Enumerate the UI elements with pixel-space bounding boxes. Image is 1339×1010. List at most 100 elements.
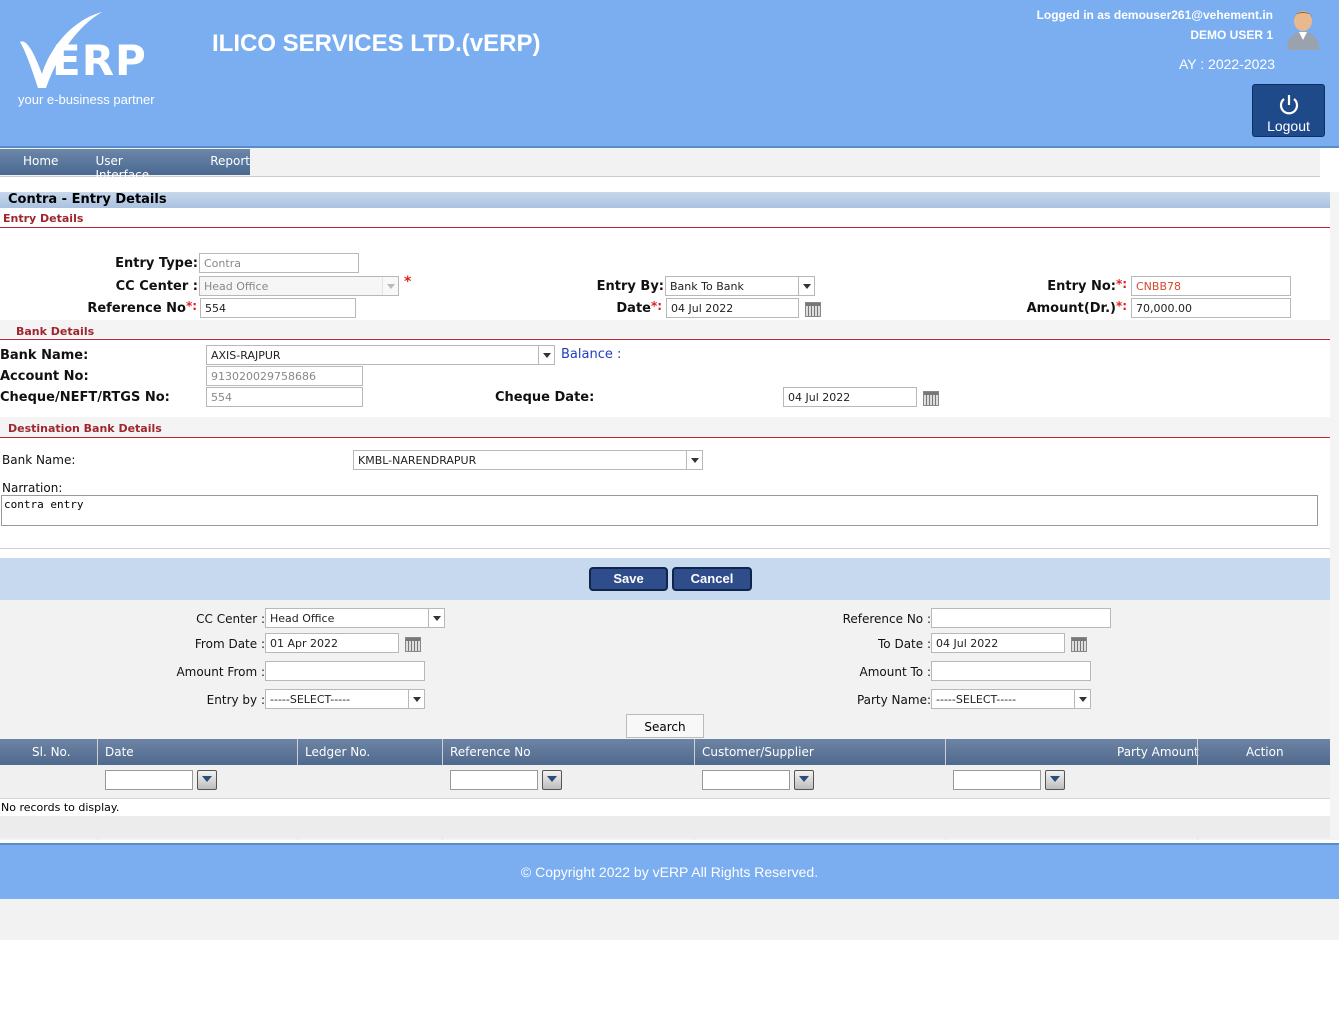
entry-type-label: Entry Type: <box>115 256 198 271</box>
chevron-down-icon[interactable] <box>798 277 814 295</box>
party-name-value: -----SELECT----- <box>936 693 1017 706</box>
search-entry-by-label: Entry by : <box>206 693 265 707</box>
cc-center-value: Head Office <box>204 280 269 293</box>
amount-from-input[interactable] <box>265 661 425 681</box>
required-asterisk: *: <box>186 299 198 313</box>
date-label: Date <box>616 301 651 316</box>
bank-details-divider <box>0 339 1330 340</box>
main-menu: Home User Interface Report <box>0 149 250 182</box>
col-date[interactable]: Date <box>105 745 134 759</box>
to-date-label: To Date : <box>878 637 931 651</box>
logout-label: Logout <box>1267 118 1310 134</box>
filter-icon[interactable] <box>197 770 217 790</box>
no-records-message: No records to display. <box>1 801 120 814</box>
col-action[interactable]: Action <box>1246 745 1284 759</box>
grid-footer <box>0 816 1330 838</box>
col-reference-no[interactable]: Reference No <box>450 745 531 759</box>
entry-by-label: Entry By: <box>596 279 664 294</box>
account-no-field[interactable]: 913020029758686 <box>206 366 363 386</box>
col-sl-no[interactable]: Sl. No. <box>32 745 71 759</box>
entry-details-divider <box>0 227 1330 228</box>
narration-textarea[interactable]: contra entry <box>1 495 1318 526</box>
chevron-down-icon <box>382 277 398 295</box>
entry-by-select[interactable]: Bank To Bank <box>665 276 815 296</box>
amount-filter-input[interactable] <box>953 770 1041 790</box>
filter-icon[interactable] <box>1045 770 1065 790</box>
bank-name-select[interactable]: AXIS-RAJPUR <box>206 345 555 365</box>
cc-center-select[interactable]: Head Office <box>199 276 399 296</box>
from-date-input[interactable]: 01 Apr 2022 <box>265 633 399 653</box>
save-button[interactable]: Save <box>589 567 668 591</box>
divider <box>0 548 1330 549</box>
amount-to-input[interactable] <box>931 661 1091 681</box>
customer-filter-input[interactable] <box>702 770 790 790</box>
chevron-down-icon[interactable] <box>538 346 554 364</box>
menu-item-report[interactable]: Report <box>210 149 250 175</box>
bank-name-label: Bank Name: <box>0 348 89 363</box>
chevron-down-icon[interactable] <box>1074 690 1090 708</box>
menu-item-home[interactable]: Home <box>23 149 58 175</box>
filter-icon[interactable] <box>542 770 562 790</box>
cheque-no-label: Cheque/NEFT/RTGS No: <box>0 390 170 405</box>
col-party-amount[interactable]: Party Amount <box>1117 745 1199 759</box>
empty-row <box>0 799 1330 816</box>
page-title: Contra - Entry Details <box>0 192 1330 208</box>
chevron-down-icon[interactable] <box>428 609 444 627</box>
balance-label: Balance : <box>561 347 622 362</box>
logged-in-text: Logged in as demouser261@vehement.in <box>1036 8 1273 22</box>
calendar-icon[interactable] <box>805 302 821 317</box>
cheque-no-field[interactable]: 554 <box>206 387 363 407</box>
to-date-input[interactable]: 04 Jul 2022 <box>931 633 1065 653</box>
dest-bank-name-label: Bank Name: <box>2 453 76 467</box>
from-date-label: From Date : <box>194 637 265 651</box>
party-name-select[interactable]: -----SELECT----- <box>931 689 1091 709</box>
entry-no-input[interactable]: CNBB78 <box>1131 276 1291 296</box>
date-input[interactable]: 04 Jul 2022 <box>666 298 799 318</box>
date-filter-input[interactable] <box>105 770 193 790</box>
bank-name-value: AXIS-RAJPUR <box>211 349 281 362</box>
cheque-date-label: Cheque Date: <box>495 390 595 405</box>
search-cc-center-label: CC Center : <box>196 612 265 626</box>
chevron-down-icon[interactable] <box>408 690 424 708</box>
narration-label: Narration: <box>2 481 63 495</box>
reference-filter-input[interactable] <box>450 770 538 790</box>
cheque-date-input[interactable]: 04 Jul 2022 <box>783 387 917 407</box>
calendar-icon[interactable] <box>405 637 421 652</box>
col-customer-supplier[interactable]: Customer/Supplier <box>702 745 814 759</box>
dest-bank-name-select[interactable]: KMBL-NARENDRAPUR <box>353 450 703 470</box>
search-reference-input[interactable] <box>931 608 1111 628</box>
cc-center-label: CC Center : <box>115 279 198 294</box>
reference-no-input[interactable]: 554 <box>200 298 356 318</box>
grid-header: Sl. No. Date Ledger No. Reference No Cus… <box>0 739 1330 765</box>
entry-by-value: Bank To Bank <box>670 280 744 293</box>
reference-no-label: Reference No <box>87 301 186 316</box>
chevron-down-icon[interactable] <box>686 451 702 469</box>
amount-to-label: Amount To : <box>859 665 931 679</box>
entry-type-field[interactable]: Contra <box>199 253 359 273</box>
company-title: ILICO SERVICES LTD.(vERP) <box>212 30 541 57</box>
calendar-icon[interactable] <box>1071 637 1087 652</box>
filter-icon[interactable] <box>794 770 814 790</box>
required-asterisk: *: <box>1116 277 1128 291</box>
user-avatar-icon <box>1287 11 1319 50</box>
search-entry-by-select[interactable]: -----SELECT----- <box>265 689 425 709</box>
col-ledger-no[interactable]: Ledger No. <box>305 745 370 759</box>
academic-year: AY : 2022-2023 <box>1178 56 1275 72</box>
entry-no-label: Entry No: <box>1047 279 1116 294</box>
search-button[interactable]: Search <box>626 714 704 738</box>
required-asterisk: *: <box>1116 299 1128 313</box>
search-cc-center-select[interactable]: Head Office <box>265 608 445 628</box>
search-reference-label: Reference No : <box>842 612 931 626</box>
amount-input[interactable]: 70,000.00 <box>1131 298 1291 318</box>
logo-tagline: your e-business partner <box>18 92 155 107</box>
amount-from-label: Amount From : <box>176 665 265 679</box>
calendar-icon[interactable] <box>923 391 939 406</box>
logout-button[interactable]: Logout <box>1252 84 1325 137</box>
cancel-button[interactable]: Cancel <box>672 567 752 591</box>
logo-erp-text: ERP <box>52 36 147 85</box>
menu-item-user-interface[interactable]: User Interface <box>95 149 174 182</box>
vertical-scrollbar[interactable] <box>1330 192 1339 837</box>
account-no-label: Account No: <box>0 369 89 384</box>
bank-details-band <box>0 320 1330 338</box>
destination-band <box>0 417 1330 437</box>
